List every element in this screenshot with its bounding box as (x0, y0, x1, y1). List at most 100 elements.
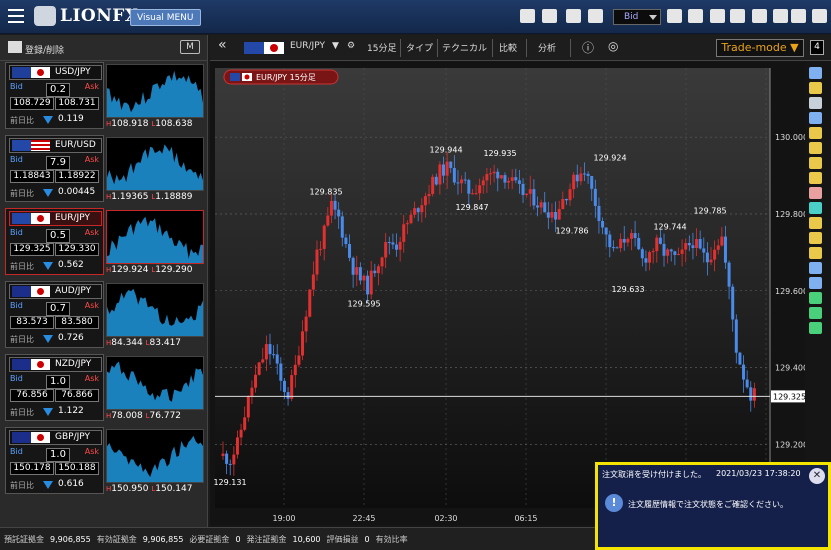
pie-chart-icon[interactable] (710, 9, 725, 23)
grid-layout-icon[interactable] (667, 9, 682, 23)
register-delete-link[interactable]: 登録/削除 (25, 43, 64, 56)
mini-chart[interactable] (106, 64, 204, 118)
drawing-tool-icon[interactable] (809, 82, 822, 94)
pair-header[interactable]: GBP/JPY (9, 430, 102, 445)
drawing-tool-icon[interactable] (809, 217, 822, 229)
save-icon[interactable] (588, 9, 603, 23)
export-icon[interactable] (542, 9, 557, 23)
drawing-tool-icon[interactable] (809, 97, 822, 109)
price-annotation: 129.785 (693, 207, 726, 216)
type-menu[interactable]: タイプ (406, 41, 433, 54)
list-icon[interactable] (8, 41, 22, 53)
candle-body (554, 212, 558, 220)
mini-chart[interactable] (106, 137, 204, 191)
candle-body (575, 174, 579, 182)
candle-body (474, 193, 478, 195)
candle-body (644, 258, 648, 263)
rate-card[interactable]: AUD/JPY Bid Ask 0.7 83.573 83.580 前日比 0.… (5, 281, 104, 348)
drawing-tool-icon[interactable] (809, 232, 822, 244)
info-icon[interactable]: ⓘ (582, 39, 594, 56)
candle-body (528, 189, 532, 194)
drawing-tool-icon[interactable] (809, 172, 822, 184)
bid-price-button[interactable]: 76.856 (10, 389, 54, 402)
ask-price-button[interactable]: 108.731 (55, 97, 99, 110)
settings-gear-icon[interactable] (791, 9, 806, 23)
drawing-tool-icon[interactable] (809, 127, 822, 139)
mini-chart[interactable] (106, 356, 204, 410)
period-select[interactable]: 15分足 (367, 41, 396, 54)
rate-card[interactable]: NZD/JPY Bid Ask 1.0 76.856 76.866 前日比 1.… (5, 354, 104, 421)
news-icon[interactable] (752, 9, 767, 23)
rate-card[interactable]: EUR/JPY Bid Ask 0.5 129.325 129.330 前日比 … (5, 208, 104, 275)
ask-price-button[interactable]: 83.580 (55, 316, 99, 329)
pair-header[interactable]: USD/JPY (9, 65, 102, 80)
drawing-tool-icon[interactable] (809, 247, 822, 259)
collapse-arrow-icon[interactable]: « (218, 37, 227, 53)
bid-ask-select[interactable]: Bid (613, 9, 661, 25)
analysis-menu[interactable]: 分析 (538, 41, 556, 54)
mini-chart[interactable] (106, 429, 204, 483)
rate-card[interactable]: USD/JPY Bid Ask 0.2 108.729 108.731 前日比 … (5, 62, 104, 129)
pair-header[interactable]: NZD/JPY (9, 357, 102, 372)
drawing-tool-icon[interactable] (809, 277, 822, 289)
bid-price-button[interactable]: 129.325 (10, 243, 54, 256)
mini-chart[interactable] (106, 210, 204, 264)
hamburger-menu-icon[interactable] (8, 9, 24, 23)
drawing-tool-icon[interactable] (809, 292, 822, 304)
close-icon[interactable]: ✕ (809, 468, 825, 484)
visual-menu-button[interactable]: Visual MENU (130, 9, 201, 26)
rate-card[interactable]: GBP/JPY Bid Ask 1.0 150.178 150.188 前日比 … (5, 427, 104, 494)
notification-popup[interactable]: 注文取消を受け付けました。 2021/03/23 17:38:20 ✕ ! 注文… (595, 462, 831, 550)
pair-header[interactable]: EUR/USD (9, 138, 102, 153)
candle-body (467, 179, 471, 194)
account-icon[interactable] (812, 9, 827, 23)
drawing-tool-icon[interactable] (809, 187, 822, 199)
bid-price-button[interactable]: 108.729 (10, 97, 54, 110)
drawing-tool-icon[interactable] (809, 262, 822, 274)
y-tick-label: 129.200 (775, 440, 805, 449)
candle-body (716, 245, 720, 250)
pair-dropdown-icon[interactable]: ▼ (332, 41, 339, 51)
order-transfer-icon[interactable] (520, 9, 535, 23)
y-tick-label: 129.400 (775, 364, 805, 373)
drawing-tool-icon[interactable] (809, 157, 822, 169)
candle-body (301, 331, 305, 356)
pair-select[interactable]: EUR/JPY (290, 41, 325, 51)
rate-panel-icon[interactable] (688, 9, 703, 23)
ask-price-button[interactable]: 1.18922 (55, 170, 99, 183)
alert-icon[interactable] (773, 9, 788, 23)
drawing-tool-icon[interactable] (809, 67, 822, 79)
candlestick-chart[interactable]: 130.000 129.800 129.600 129.400 129.200 19:00… (210, 62, 805, 525)
bid-price-button[interactable]: 1.18843 (10, 170, 54, 183)
m-toggle-button[interactable]: M (180, 40, 200, 54)
drawing-tool-icon[interactable] (809, 307, 822, 319)
high-value: 150.950 (111, 484, 149, 494)
bid-price-button[interactable]: 150.178 (10, 462, 54, 475)
drawing-tool-icon[interactable] (809, 142, 822, 154)
announce-icon[interactable] (730, 9, 745, 23)
prev-day-label: 前日比 (10, 189, 34, 198)
drawing-tool-icon[interactable] (809, 202, 822, 214)
technical-menu[interactable]: テクニカル (442, 41, 487, 54)
ask-price-button[interactable]: 129.330 (55, 243, 99, 256)
trade-mode-button[interactable]: Trade-mode ▼ (716, 39, 804, 57)
bid-price-button[interactable]: 83.573 (10, 316, 54, 329)
panel-count[interactable]: 4 (810, 40, 824, 55)
drawing-tool-icon[interactable] (809, 322, 822, 334)
candle-body (402, 224, 406, 242)
pair-header[interactable]: AUD/JPY (9, 284, 102, 299)
bid-label: Bid (10, 155, 23, 164)
pair-header[interactable]: EUR/JPY (9, 211, 102, 226)
candle-body (366, 275, 370, 295)
mini-chart[interactable] (106, 283, 204, 337)
pair-flags-icon (12, 359, 50, 370)
compare-menu[interactable]: 比較 (499, 41, 517, 54)
ask-price-button[interactable]: 150.188 (55, 462, 99, 475)
drawing-tool-icon[interactable] (809, 112, 822, 124)
print-icon[interactable] (566, 9, 581, 23)
candle-body (723, 236, 727, 263)
candle-body (326, 215, 330, 226)
ask-price-button[interactable]: 76.866 (55, 389, 99, 402)
rate-card[interactable]: EUR/USD Bid Ask 7.9 1.18843 1.18922 前日比 … (5, 135, 104, 202)
crosshair-icon[interactable]: ◎ (608, 39, 618, 53)
